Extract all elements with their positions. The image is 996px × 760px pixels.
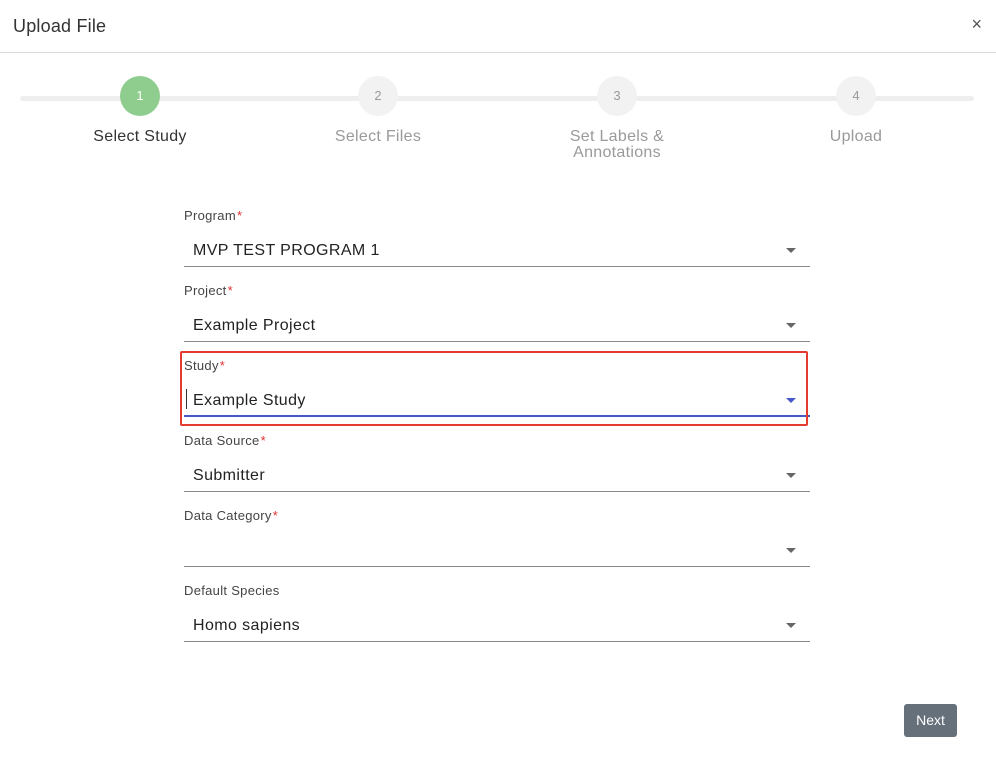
field-underline (184, 641, 810, 642)
step-select-study[interactable]: 1 Select Study (40, 76, 240, 145)
program-field[interactable]: Program* MVP TEST PROGRAM 1 (184, 205, 810, 280)
step-label-set-labels: Set Labels & Annotations (517, 129, 717, 161)
field-underline (184, 266, 810, 267)
step-number-2: 2 (358, 76, 398, 116)
field-underline (184, 491, 810, 492)
dropdown-arrow-icon[interactable] (786, 623, 796, 628)
step-number-4: 4 (836, 76, 876, 116)
next-button[interactable]: Next (904, 704, 957, 737)
required-marker: * (272, 508, 279, 523)
required-marker: * (227, 283, 233, 298)
dialog-title: Upload File (13, 16, 107, 36)
data-source-field[interactable]: Data Source* Submitter (184, 430, 810, 505)
required-marker: * (236, 208, 243, 223)
field-underline (184, 341, 810, 342)
default-species-label: Default Species (184, 583, 280, 598)
dropdown-arrow-icon[interactable] (786, 548, 796, 553)
step-label-upload: Upload (829, 128, 883, 145)
program-select-value[interactable]: MVP TEST PROGRAM 1 (193, 242, 380, 260)
close-icon[interactable]: × (971, 13, 982, 35)
dropdown-arrow-icon[interactable] (786, 323, 796, 328)
project-select-value[interactable]: Example Project (193, 317, 316, 335)
project-field[interactable]: Project* Example Project (184, 280, 810, 355)
upload-form: Program* MVP TEST PROGRAM 1 Project* Exa… (184, 205, 810, 655)
data-source-select-value[interactable]: Submitter (193, 467, 265, 485)
step-label-line-1: Set Labels & (569, 128, 665, 145)
study-highlight-box (180, 351, 808, 426)
field-underline (184, 566, 810, 567)
default-species-field[interactable]: Default Species Homo sapiens (184, 580, 810, 655)
step-label-select-files: Select Files (334, 128, 422, 145)
step-number-3: 3 (597, 76, 637, 116)
step-upload[interactable]: 4 Upload (756, 76, 956, 145)
data-category-label: Data Category* (184, 508, 279, 523)
required-marker: * (260, 433, 266, 448)
stepper: 1 Select Study 2 Select Files 3 Set Labe… (0, 60, 996, 180)
step-set-labels[interactable]: 3 Set Labels & Annotations (517, 76, 717, 161)
program-label: Program* (184, 208, 243, 223)
step-select-files[interactable]: 2 Select Files (278, 76, 478, 145)
step-number-1: 1 (120, 76, 160, 116)
dropdown-arrow-icon[interactable] (786, 473, 796, 478)
project-label: Project* (184, 283, 233, 298)
dropdown-arrow-icon[interactable] (786, 248, 796, 253)
data-category-field[interactable]: Data Category* (184, 505, 810, 580)
data-source-label: Data Source* (184, 433, 266, 448)
step-label-line-2: Annotations (573, 144, 661, 161)
default-species-select-value[interactable]: Homo sapiens (193, 617, 300, 635)
dialog-header: Upload File × (0, 0, 996, 53)
step-label-select-study: Select Study (93, 128, 187, 145)
